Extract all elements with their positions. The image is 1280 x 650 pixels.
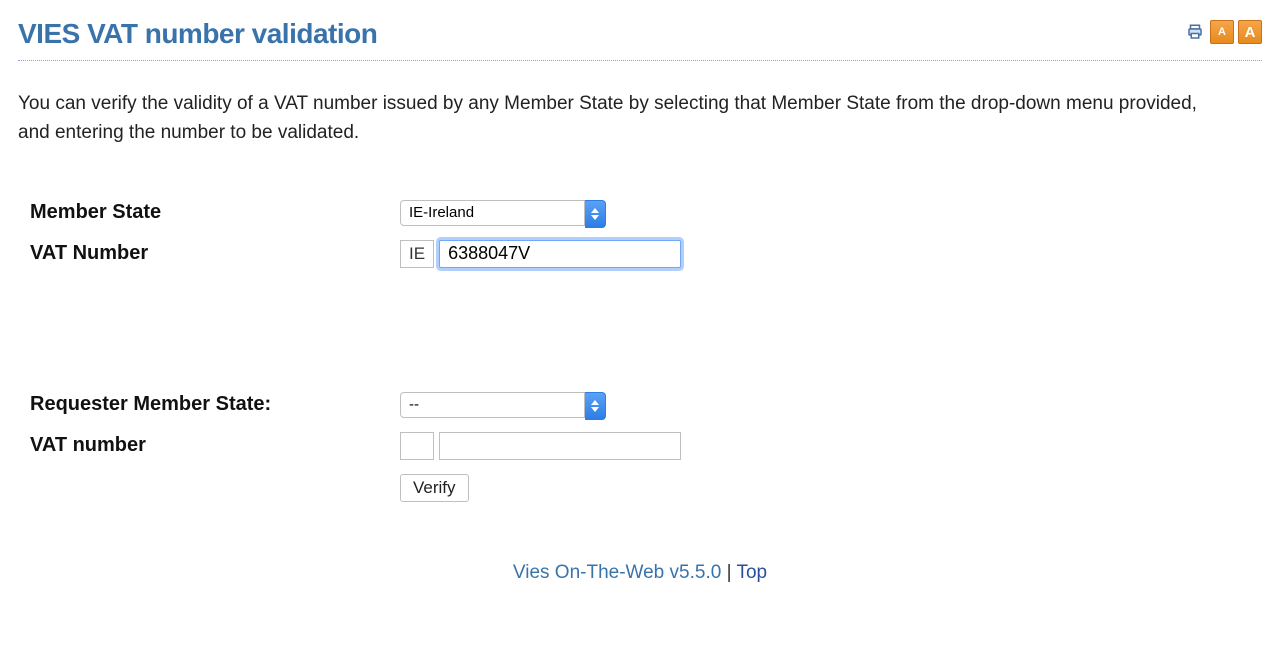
member-state-label: Member State <box>30 201 400 224</box>
requester-vat-number-input[interactable] <box>439 432 681 460</box>
font-decrease-button[interactable]: A <box>1210 20 1234 44</box>
vat-prefix: IE <box>400 240 434 268</box>
version-text: Vies On-The-Web v5.5.0 <box>513 562 721 583</box>
requester-member-state-select-field[interactable]: -- <box>400 392 585 418</box>
requester-member-state-select[interactable]: -- <box>400 392 606 418</box>
divider <box>18 60 1262 61</box>
chevron-updown-icon[interactable] <box>585 200 606 228</box>
member-state-select[interactable]: IE-Ireland <box>400 200 606 226</box>
vat-number-input[interactable] <box>439 240 681 268</box>
page-title: VIES VAT number validation <box>18 18 377 50</box>
print-icon[interactable] <box>1184 21 1206 43</box>
header-tools: A A <box>1184 18 1262 44</box>
font-increase-button[interactable]: A <box>1238 20 1262 44</box>
requester-vat-prefix <box>400 432 434 460</box>
vat-number-label: VAT Number <box>30 242 400 265</box>
member-state-select-field[interactable]: IE-Ireland <box>400 200 585 226</box>
top-link[interactable]: Top <box>736 562 767 583</box>
footer-separator: | <box>721 562 736 583</box>
intro-text: You can verify the validity of a VAT num… <box>18 89 1218 148</box>
chevron-updown-icon[interactable] <box>585 392 606 420</box>
footer: Vies On-The-Web v5.5.0 | Top <box>18 562 1262 584</box>
verify-button[interactable]: Verify <box>400 474 469 502</box>
requester-member-state-label: Requester Member State: <box>30 393 400 416</box>
requester-vat-number-label: VAT number <box>30 434 400 457</box>
